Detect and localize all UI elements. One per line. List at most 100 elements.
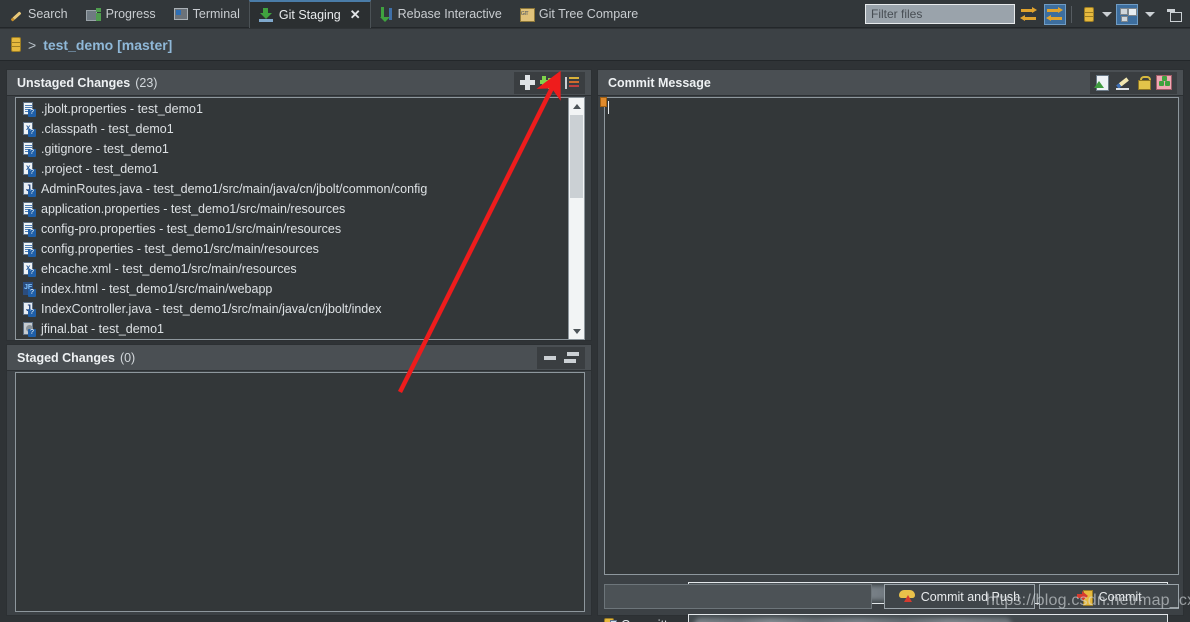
staged-toolbar	[537, 346, 585, 369]
committer-value-redacted	[694, 618, 1012, 622]
tab-search[interactable]: Search	[0, 0, 77, 28]
unstaged-file-label: .project - test_demo1	[41, 162, 159, 176]
tab-git-staging[interactable]: Git Staging ✕	[248, 0, 371, 28]
watermark-text: https://blog.csdn.net/map_cx	[986, 592, 1190, 609]
unstaged-file-label: config-pro.properties - test_demo1/src/m…	[41, 222, 342, 236]
commit-message-header: Commit Message	[598, 70, 1183, 96]
change-id-icon[interactable]	[1094, 75, 1109, 91]
lock-icon[interactable]	[1138, 75, 1151, 90]
minimize-icon	[1166, 9, 1182, 22]
properties-file-icon: ?	[22, 102, 36, 117]
unstaged-changes-panel: Unstaged Changes (23) ? .jbolt.properties…	[6, 69, 592, 341]
terminal-icon	[173, 7, 188, 21]
pencil-icon[interactable]	[1116, 76, 1131, 90]
bat-file-icon: ?	[22, 322, 36, 337]
git-staging-icon	[258, 8, 274, 22]
presentation-button[interactable]	[1116, 4, 1138, 25]
unstaged-file-label: index.html - test_demo1/src/main/webapp	[41, 282, 273, 296]
commit-message-title: Commit Message	[608, 75, 711, 90]
unstaged-file-label: config.properties - test_demo1/src/main/…	[41, 242, 319, 256]
unstaged-file-row[interactable]: ? .project - test_demo1	[16, 159, 567, 179]
unstaged-file-row[interactable]: ? ehcache.xml - test_demo1/src/main/resou…	[16, 259, 567, 279]
unstaged-file-row[interactable]: ? AdminRoutes.java - test_demo1/src/main/…	[16, 179, 567, 199]
tab-git-tree-compare[interactable]: Git Tree Compare	[511, 0, 647, 28]
view-menu-button[interactable]	[1142, 4, 1158, 25]
committer-label: Committer:	[621, 618, 682, 622]
unstaged-changes-count: (23)	[135, 75, 158, 90]
unstaged-file-label: IndexController.java - test_demo1/src/ma…	[41, 302, 382, 316]
xml-file-icon: ?	[22, 122, 36, 137]
scrollbar-thumb[interactable]	[570, 115, 583, 198]
commit-message-input[interactable]	[600, 97, 1179, 575]
progress-icon	[85, 7, 101, 21]
properties-file-icon: ?	[22, 242, 36, 257]
tab-progress[interactable]: Progress	[77, 0, 165, 28]
unstaged-file-label: .classpath - test_demo1	[41, 122, 174, 136]
unstaged-toolbar	[514, 71, 585, 94]
committer-field[interactable]	[688, 614, 1168, 622]
unstaged-file-row[interactable]: ? config-pro.properties - test_demo1/src/…	[16, 219, 567, 239]
amend-icon[interactable]	[1156, 75, 1172, 90]
committer-row: Committer:	[604, 613, 1168, 622]
unstaged-file-row[interactable]: ? .jbolt.properties - test_demo1	[16, 99, 567, 119]
java-file-icon: ?	[22, 302, 36, 317]
tab-label: Rebase Interactive	[397, 7, 502, 21]
staged-file-list[interactable]	[15, 372, 585, 612]
unstaged-file-label: AdminRoutes.java - test_demo1/src/main/j…	[41, 182, 428, 196]
commit-status-field	[604, 584, 872, 609]
committer-label-group: Committer:	[604, 618, 688, 622]
breadcrumb-separator: >	[28, 36, 37, 53]
scroll-down-button[interactable]	[569, 323, 584, 339]
tab-rebase-interactive[interactable]: Rebase Interactive	[371, 0, 511, 28]
repository-button[interactable]	[1078, 4, 1100, 25]
unstaged-file-row[interactable]: ? IndexController.java - test_demo1/src/m…	[16, 299, 567, 319]
unstaged-file-row[interactable]: ? index.html - test_demo1/src/main/webapp	[16, 279, 567, 299]
text-caret	[608, 101, 609, 114]
staged-changes-title: Staged Changes	[17, 350, 115, 365]
tab-terminal[interactable]: Terminal	[165, 0, 249, 28]
unstage-all-button[interactable]	[564, 351, 579, 364]
committer-icon	[604, 618, 617, 622]
repository-dropdown[interactable]	[1100, 4, 1114, 25]
unstaged-file-row[interactable]: ? .classpath - test_demo1	[16, 119, 567, 139]
tab-label: Terminal	[192, 7, 240, 21]
unstaged-file-row[interactable]: ? jfinal.bat - test_demo1	[16, 319, 567, 339]
unstaged-file-row[interactable]: ? config.properties - test_demo1/src/main…	[16, 239, 567, 259]
staged-changes-count: (0)	[119, 350, 136, 365]
sort-toggle-button[interactable]	[565, 76, 579, 90]
chevron-down-icon	[1102, 12, 1112, 17]
git-tree-compare-icon	[519, 7, 535, 22]
filter-files-placeholder: Filter files	[871, 7, 923, 21]
commit-message-panel: Commit Message Author: Committer:	[597, 69, 1184, 622]
filter-files-input[interactable]: Filter files	[865, 4, 1015, 24]
unstaged-file-rows: ? .jbolt.properties - test_demo1? .classpa…	[16, 99, 567, 339]
stage-selected-button[interactable]	[520, 75, 535, 90]
unstage-selected-button[interactable]	[543, 352, 557, 363]
unstaged-file-row[interactable]: ? application.properties - test_demo1/src…	[16, 199, 567, 219]
breadcrumb: > test_demo [master]	[0, 29, 1190, 61]
unstaged-file-row[interactable]: ? .gitignore - test_demo1	[16, 139, 567, 159]
unstaged-file-label: .gitignore - test_demo1	[41, 142, 169, 156]
unstaged-file-label: application.properties - test_demo1/src/…	[41, 202, 346, 216]
tab-label: Search	[28, 7, 68, 21]
annotation-marker-icon	[600, 97, 607, 107]
scroll-up-button[interactable]	[569, 98, 584, 114]
staged-changes-header: Staged Changes (0)	[7, 345, 591, 371]
unstaged-file-list[interactable]: ? .jbolt.properties - test_demo1? .classpa…	[15, 97, 585, 340]
properties-file-icon: ?	[22, 202, 36, 217]
xml-file-icon: ?	[22, 162, 36, 177]
repository-icon	[11, 37, 21, 52]
close-icon[interactable]: ✕	[350, 7, 361, 23]
java-file-icon: ?	[22, 182, 36, 197]
unstaged-file-label: ehcache.xml - test_demo1/src/main/resour…	[41, 262, 297, 276]
unstaged-vertical-scrollbar[interactable]	[568, 98, 584, 339]
push-icon	[898, 589, 915, 604]
stage-all-button[interactable]	[540, 75, 558, 90]
two-arrows-icon	[1020, 6, 1037, 22]
repository-icon	[1084, 7, 1094, 22]
staged-changes-panel: Staged Changes (0)	[6, 344, 592, 616]
link-selection-button[interactable]	[1044, 4, 1066, 25]
chevron-down-icon	[1145, 12, 1155, 17]
switch-refs-button[interactable]	[1018, 4, 1040, 25]
minimize-button[interactable]	[1164, 4, 1182, 25]
